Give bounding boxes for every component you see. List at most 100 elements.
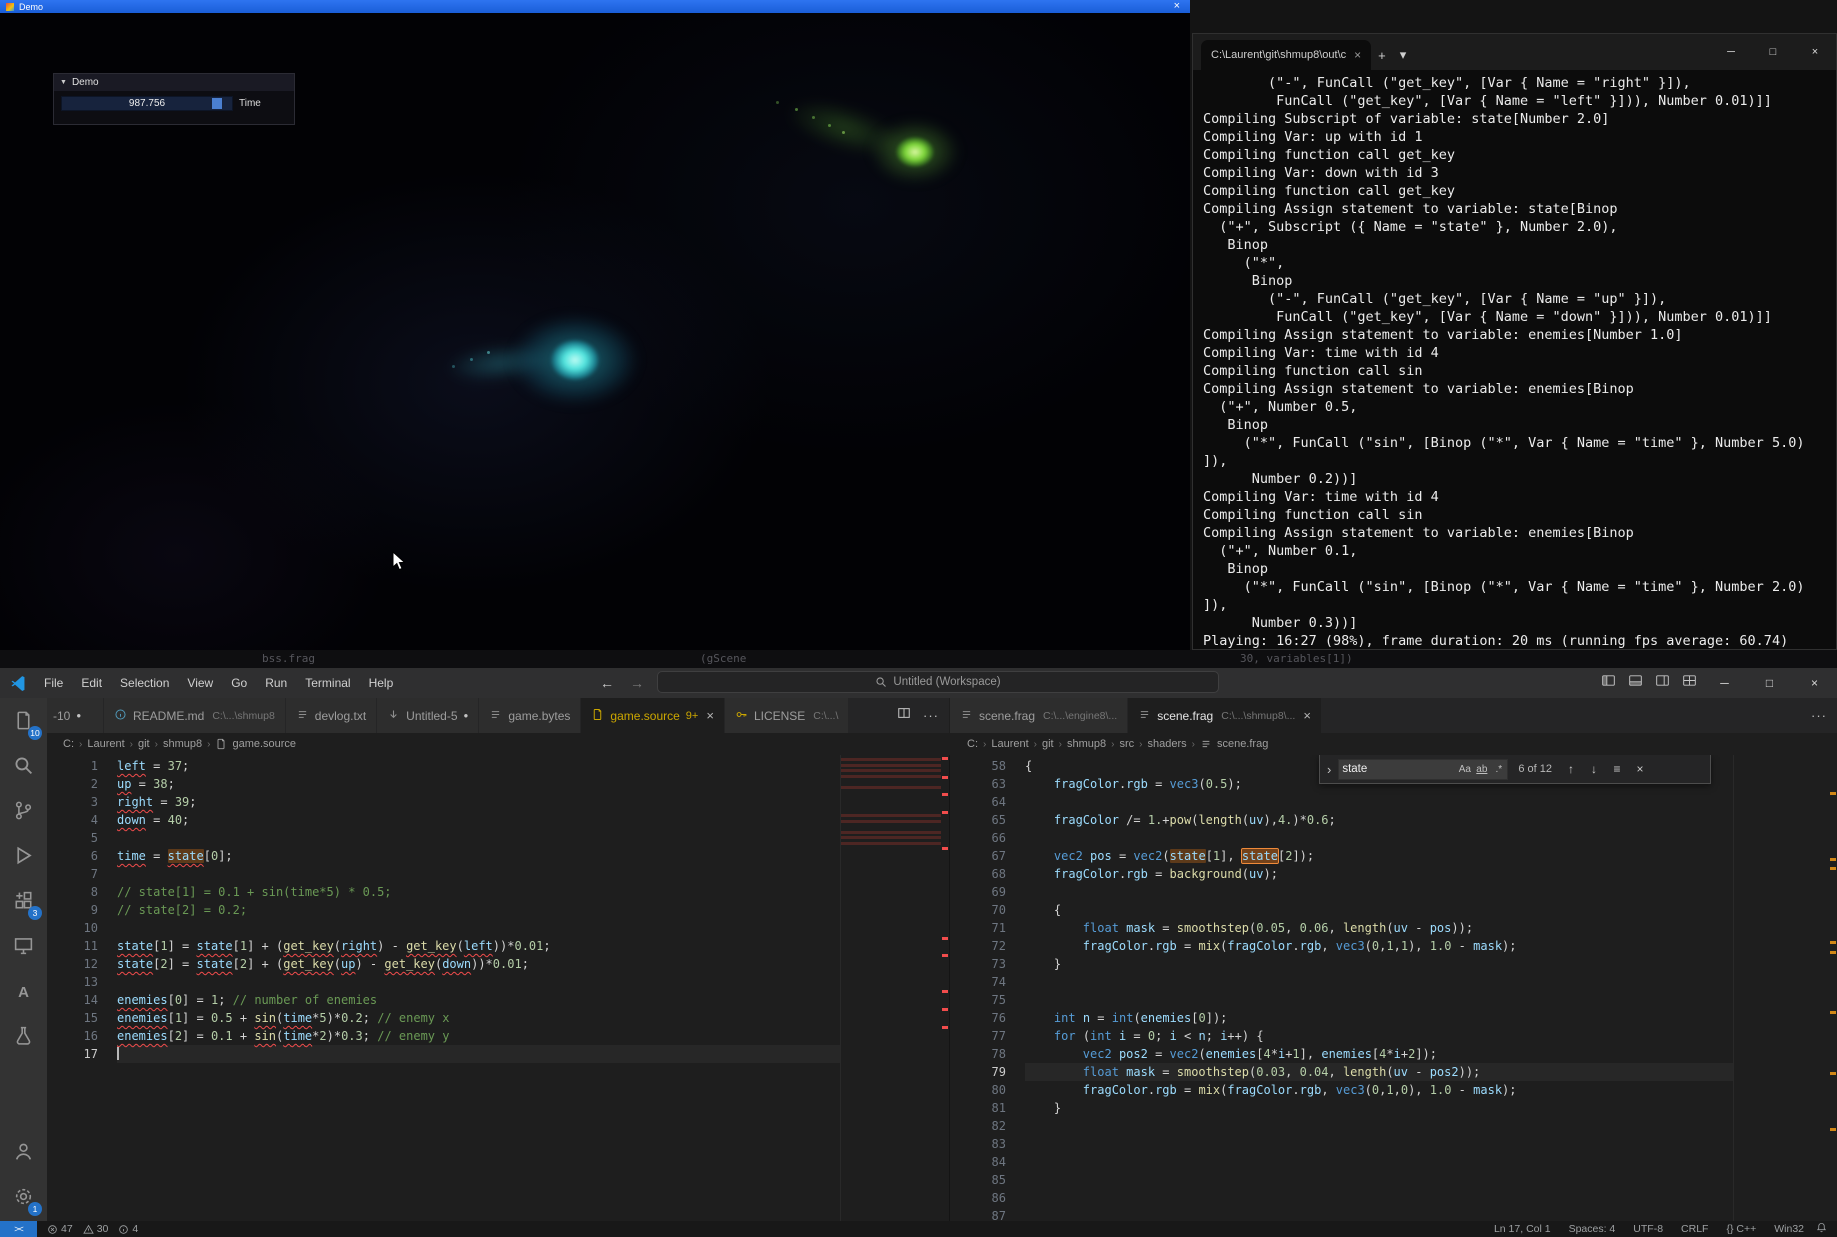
- line-number[interactable]: 2: [47, 775, 117, 793]
- breadcrumb-item[interactable]: shmup8: [163, 738, 202, 750]
- line-number[interactable]: 74: [950, 973, 1025, 991]
- maximize-button[interactable]: □: [1752, 34, 1794, 70]
- imgui-panel-header[interactable]: ▼ Demo: [54, 74, 294, 91]
- layout-customize-icon[interactable]: [1682, 673, 1697, 693]
- code-line[interactable]: fragColor.rgb = mix(fragColor.rgb, vec3(…: [1025, 1081, 1733, 1099]
- new-tab-button[interactable]: +: [1371, 40, 1393, 70]
- toggle-replace-icon[interactable]: ›: [1325, 762, 1333, 777]
- code-line[interactable]: enemies[1] = 0.5 + sin(time*5)*0.2; // e…: [117, 1009, 840, 1027]
- line-number[interactable]: 11: [47, 937, 117, 955]
- find-previous-button[interactable]: ↑: [1562, 762, 1580, 776]
- code-line[interactable]: }: [1025, 955, 1733, 973]
- menu-file[interactable]: File: [35, 668, 72, 698]
- code-line[interactable]: [1025, 1135, 1733, 1153]
- code-line[interactable]: [1025, 1171, 1733, 1189]
- code-line[interactable]: [1025, 1189, 1733, 1207]
- activity-source-control[interactable]: [0, 790, 47, 835]
- breadcrumb-item[interactable]: Laurent: [87, 738, 124, 750]
- status-language-mode[interactable]: {} C++: [1726, 1223, 1756, 1235]
- code-line[interactable]: enemies[0] = 1; // number of enemies: [117, 991, 840, 1009]
- breadcrumb-item[interactable]: C:: [63, 738, 74, 750]
- line-number[interactable]: 80: [950, 1081, 1025, 1099]
- code-line[interactable]: float mask = smoothstep(0.05, 0.06, leng…: [1025, 919, 1733, 937]
- status-eol[interactable]: CRLF: [1681, 1223, 1708, 1235]
- line-number[interactable]: 65: [950, 811, 1025, 829]
- breadcrumb-item[interactable]: git: [1042, 738, 1054, 750]
- line-number[interactable]: 8: [47, 883, 117, 901]
- line-number[interactable]: 13: [47, 973, 117, 991]
- line-number[interactable]: 76: [950, 1009, 1025, 1027]
- problems-errors[interactable]: 47: [47, 1223, 73, 1235]
- line-number[interactable]: 69: [950, 883, 1025, 901]
- find-next-button[interactable]: ↓: [1585, 762, 1603, 776]
- breadcrumb-item[interactable]: Laurent: [991, 738, 1028, 750]
- nav-forward-icon[interactable]: →: [630, 675, 644, 691]
- line-number[interactable]: 83: [950, 1135, 1025, 1153]
- layout-sidebar-left-icon[interactable]: [1601, 673, 1616, 693]
- minimize-button[interactable]: ─: [1710, 34, 1752, 70]
- code-line[interactable]: {: [1025, 901, 1733, 919]
- code-line[interactable]: enemies[2] = 0.1 + sin(time*2)*0.3; // e…: [117, 1027, 840, 1045]
- code-line[interactable]: up = 38;: [117, 775, 840, 793]
- line-number[interactable]: 77: [950, 1027, 1025, 1045]
- activity-account[interactable]: [0, 1131, 47, 1176]
- line-number[interactable]: 87: [950, 1207, 1025, 1221]
- close-button[interactable]: ×: [1792, 668, 1837, 698]
- line-number[interactable]: 1: [47, 757, 117, 775]
- overview-ruler[interactable]: [1829, 755, 1837, 1221]
- line-number[interactable]: 17: [47, 1045, 117, 1063]
- status-platform[interactable]: Win32: [1774, 1223, 1804, 1235]
- code-line[interactable]: time = state[0];: [117, 847, 840, 865]
- code-line[interactable]: state[2] = state[2] + (get_key(up) - get…: [117, 955, 840, 973]
- tab-Untitled-5[interactable]: Untitled-5●: [377, 698, 479, 733]
- line-number[interactable]: 9: [47, 901, 117, 919]
- minimize-button[interactable]: ─: [1702, 668, 1747, 698]
- layout-panel-icon[interactable]: [1628, 673, 1643, 693]
- code-line[interactable]: [1025, 991, 1733, 1009]
- tab-scene.frag[interactable]: scene.fragC:\...\shmup8\...×: [1128, 698, 1322, 733]
- code-line[interactable]: [117, 919, 840, 937]
- breadcrumb-item[interactable]: git: [138, 738, 150, 750]
- code-line[interactable]: vec2 pos = vec2(state[1], state[2]);: [1025, 847, 1733, 865]
- line-number[interactable]: 6: [47, 847, 117, 865]
- breadcrumb-item[interactable]: C:: [967, 738, 978, 750]
- status-encoding[interactable]: UTF-8: [1633, 1223, 1663, 1235]
- line-number[interactable]: 64: [950, 793, 1025, 811]
- tab-game.bytes[interactable]: game.bytes: [479, 698, 581, 733]
- line-number[interactable]: 58: [950, 757, 1025, 775]
- breadcrumb-item[interactable]: scene.frag: [1217, 738, 1268, 750]
- command-center[interactable]: Untitled (Workspace): [657, 671, 1219, 693]
- activity-testing[interactable]: [0, 1015, 47, 1060]
- code-line[interactable]: [117, 1045, 840, 1063]
- problems-infos[interactable]: 4: [118, 1223, 138, 1235]
- code-line[interactable]: left = 37;: [117, 757, 840, 775]
- activity-remote-explorer[interactable]: [0, 925, 47, 970]
- status-cursor-position[interactable]: Ln 17, Col 1: [1494, 1223, 1551, 1235]
- line-number[interactable]: 3: [47, 793, 117, 811]
- code-line[interactable]: [1025, 973, 1733, 991]
- line-number[interactable]: 68: [950, 865, 1025, 883]
- code-line[interactable]: for (int i = 0; i < n; i++) {: [1025, 1027, 1733, 1045]
- code-line[interactable]: [1025, 793, 1733, 811]
- code-line[interactable]: // state[2] = 0.2;: [117, 901, 840, 919]
- maximize-button[interactable]: □: [1747, 668, 1792, 698]
- code-line[interactable]: right = 39;: [117, 793, 840, 811]
- activity-azure[interactable]: A: [0, 970, 47, 1015]
- line-number[interactable]: 15: [47, 1009, 117, 1027]
- menu-selection[interactable]: Selection: [111, 668, 178, 698]
- remote-indicator[interactable]: ><: [0, 1221, 37, 1237]
- line-number[interactable]: 84: [950, 1153, 1025, 1171]
- gutter[interactable]: 1234567891011121314151617: [47, 755, 117, 1221]
- tab-scene.frag[interactable]: scene.fragC:\...\engine8\...: [950, 698, 1128, 733]
- tab-dropdown-icon[interactable]: ▾: [1393, 40, 1414, 70]
- code-line[interactable]: fragColor.rgb = mix(fragColor.rgb, vec3(…: [1025, 937, 1733, 955]
- find-in-selection-button[interactable]: ≡: [1608, 762, 1626, 776]
- line-number[interactable]: 78: [950, 1045, 1025, 1063]
- regex-button[interactable]: .*: [1490, 764, 1507, 775]
- vscode-titlebar[interactable]: FileEditSelectionViewGoRunTerminalHelp ←…: [0, 668, 1837, 698]
- game-titlebar[interactable]: Demo ×: [0, 0, 1190, 13]
- find-input[interactable]: [1339, 763, 1456, 775]
- line-number[interactable]: 85: [950, 1171, 1025, 1189]
- status-indentation[interactable]: Spaces: 4: [1569, 1223, 1616, 1235]
- find-close-button[interactable]: ×: [1631, 762, 1649, 776]
